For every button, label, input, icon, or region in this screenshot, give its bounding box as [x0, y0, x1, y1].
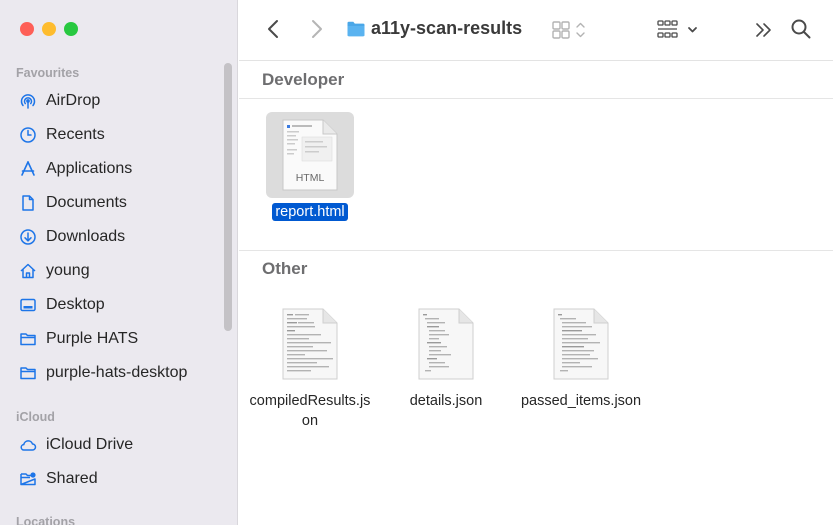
home-icon: [17, 260, 39, 282]
sidebar-item-label: Documents: [46, 194, 127, 211]
file-kind-label: HTML: [295, 172, 325, 184]
view-toggle-button[interactable]: [551, 19, 587, 41]
view-toggle-icon: [552, 21, 585, 39]
group-icon: [657, 20, 697, 38]
sidebar-item-young[interactable]: young: [16, 257, 221, 285]
toolbar: a11y-scan-results: [239, 0, 833, 61]
file-item-details-json[interactable]: details.json: [384, 301, 508, 411]
back-button[interactable]: [261, 17, 285, 41]
file-thumbnail-selection: HTML: [266, 112, 354, 198]
document-icon: [17, 192, 39, 214]
file-name: passed_items.json: [520, 393, 642, 409]
group-separator: [239, 98, 833, 99]
group-title-developer: Developer: [262, 70, 345, 89]
more-icon: [756, 23, 771, 37]
applications-icon: [17, 158, 39, 180]
shared-folder-icon: [17, 468, 39, 490]
html-file-icon: HTML: [282, 119, 338, 191]
clock-icon: [17, 124, 39, 146]
more-button[interactable]: [752, 19, 776, 41]
sidebar-item-label: purple-hats-desktop: [46, 364, 188, 381]
sidebar-item-label: young: [46, 262, 90, 279]
sidebar-item-label: Purple HATS: [46, 330, 139, 347]
folder-icon: [17, 362, 39, 384]
icloud-section-title: iCloud: [16, 410, 55, 424]
close-button[interactable]: [20, 22, 34, 36]
forward-icon: [312, 20, 322, 38]
favourites-section-title: Favourites: [16, 66, 80, 80]
minimize-button[interactable]: [42, 22, 56, 36]
file-thumbnail: [266, 301, 354, 387]
search-icon: [791, 19, 811, 39]
sidebar-item-label: iCloud Drive: [46, 436, 134, 453]
file-name: report.html: [248, 202, 372, 222]
forward-button[interactable]: [305, 17, 329, 41]
window-controls: [20, 22, 78, 36]
sidebar-item-purple-hats-desktop[interactable]: purple-hats-desktop: [16, 359, 221, 387]
folder-title: a11y-scan-results: [371, 18, 523, 38]
back-icon: [268, 20, 278, 38]
sidebar-item-applications[interactable]: Applications: [16, 155, 221, 183]
folder-icon: [17, 328, 39, 350]
finder-window: Favourites AirDrop Recents Applications …: [0, 0, 833, 525]
group-title-other: Other: [262, 259, 308, 278]
sidebar-item-shared[interactable]: Shared: [16, 465, 221, 493]
json-file-icon: [418, 308, 474, 380]
folder-icon: [347, 21, 365, 36]
file-item-report-html[interactable]: HTML report.html: [248, 112, 372, 222]
sidebar-item-downloads[interactable]: Downloads: [16, 223, 221, 251]
sidebar-item-recents[interactable]: Recents: [16, 121, 221, 149]
json-file-icon: [553, 308, 609, 380]
group-separator: [239, 250, 833, 251]
sidebar-item-label: Downloads: [46, 228, 126, 245]
sidebar-item-label: Shared: [46, 470, 98, 487]
sidebar-item-airdrop[interactable]: AirDrop: [16, 87, 221, 115]
file-item-compiledresults-json[interactable]: compiledResults.json: [248, 301, 372, 431]
sidebar-item-documents[interactable]: Documents: [16, 189, 221, 217]
sidebar-item-label: Desktop: [46, 296, 105, 313]
file-name: details.json: [409, 393, 483, 409]
sidebar-item-desktop[interactable]: Desktop: [16, 291, 221, 319]
cloud-icon: [17, 434, 39, 456]
file-thumbnail: [402, 301, 490, 387]
file-name-text: report.html: [272, 203, 348, 221]
sidebar-scrollbar[interactable]: [224, 63, 232, 331]
locations-section-title: Locations: [16, 515, 76, 525]
sidebar: Favourites AirDrop Recents Applications …: [0, 0, 238, 525]
group-button[interactable]: [656, 19, 702, 41]
search-button[interactable]: [789, 17, 813, 41]
sidebar-item-purple-hats[interactable]: Purple HATS: [16, 325, 221, 353]
zoom-button[interactable]: [64, 22, 78, 36]
file-thumbnail: [537, 301, 625, 387]
window-title: a11y-scan-results: [347, 18, 522, 39]
download-icon: [17, 226, 39, 248]
sidebar-item-label: AirDrop: [46, 92, 101, 109]
desktop-icon: [17, 294, 39, 316]
file-item-passed-items-json[interactable]: passed_items.json: [519, 301, 643, 411]
file-name: compiledResults.json: [249, 393, 371, 429]
airdrop-icon: [17, 90, 39, 112]
sidebar-item-icloud-drive[interactable]: iCloud Drive: [16, 431, 221, 459]
json-file-icon: [282, 308, 338, 380]
sidebar-item-label: Applications: [46, 160, 133, 177]
file-browser: Developer HTML report.html Other compile…: [239, 61, 833, 525]
sidebar-item-label: Recents: [46, 126, 105, 143]
